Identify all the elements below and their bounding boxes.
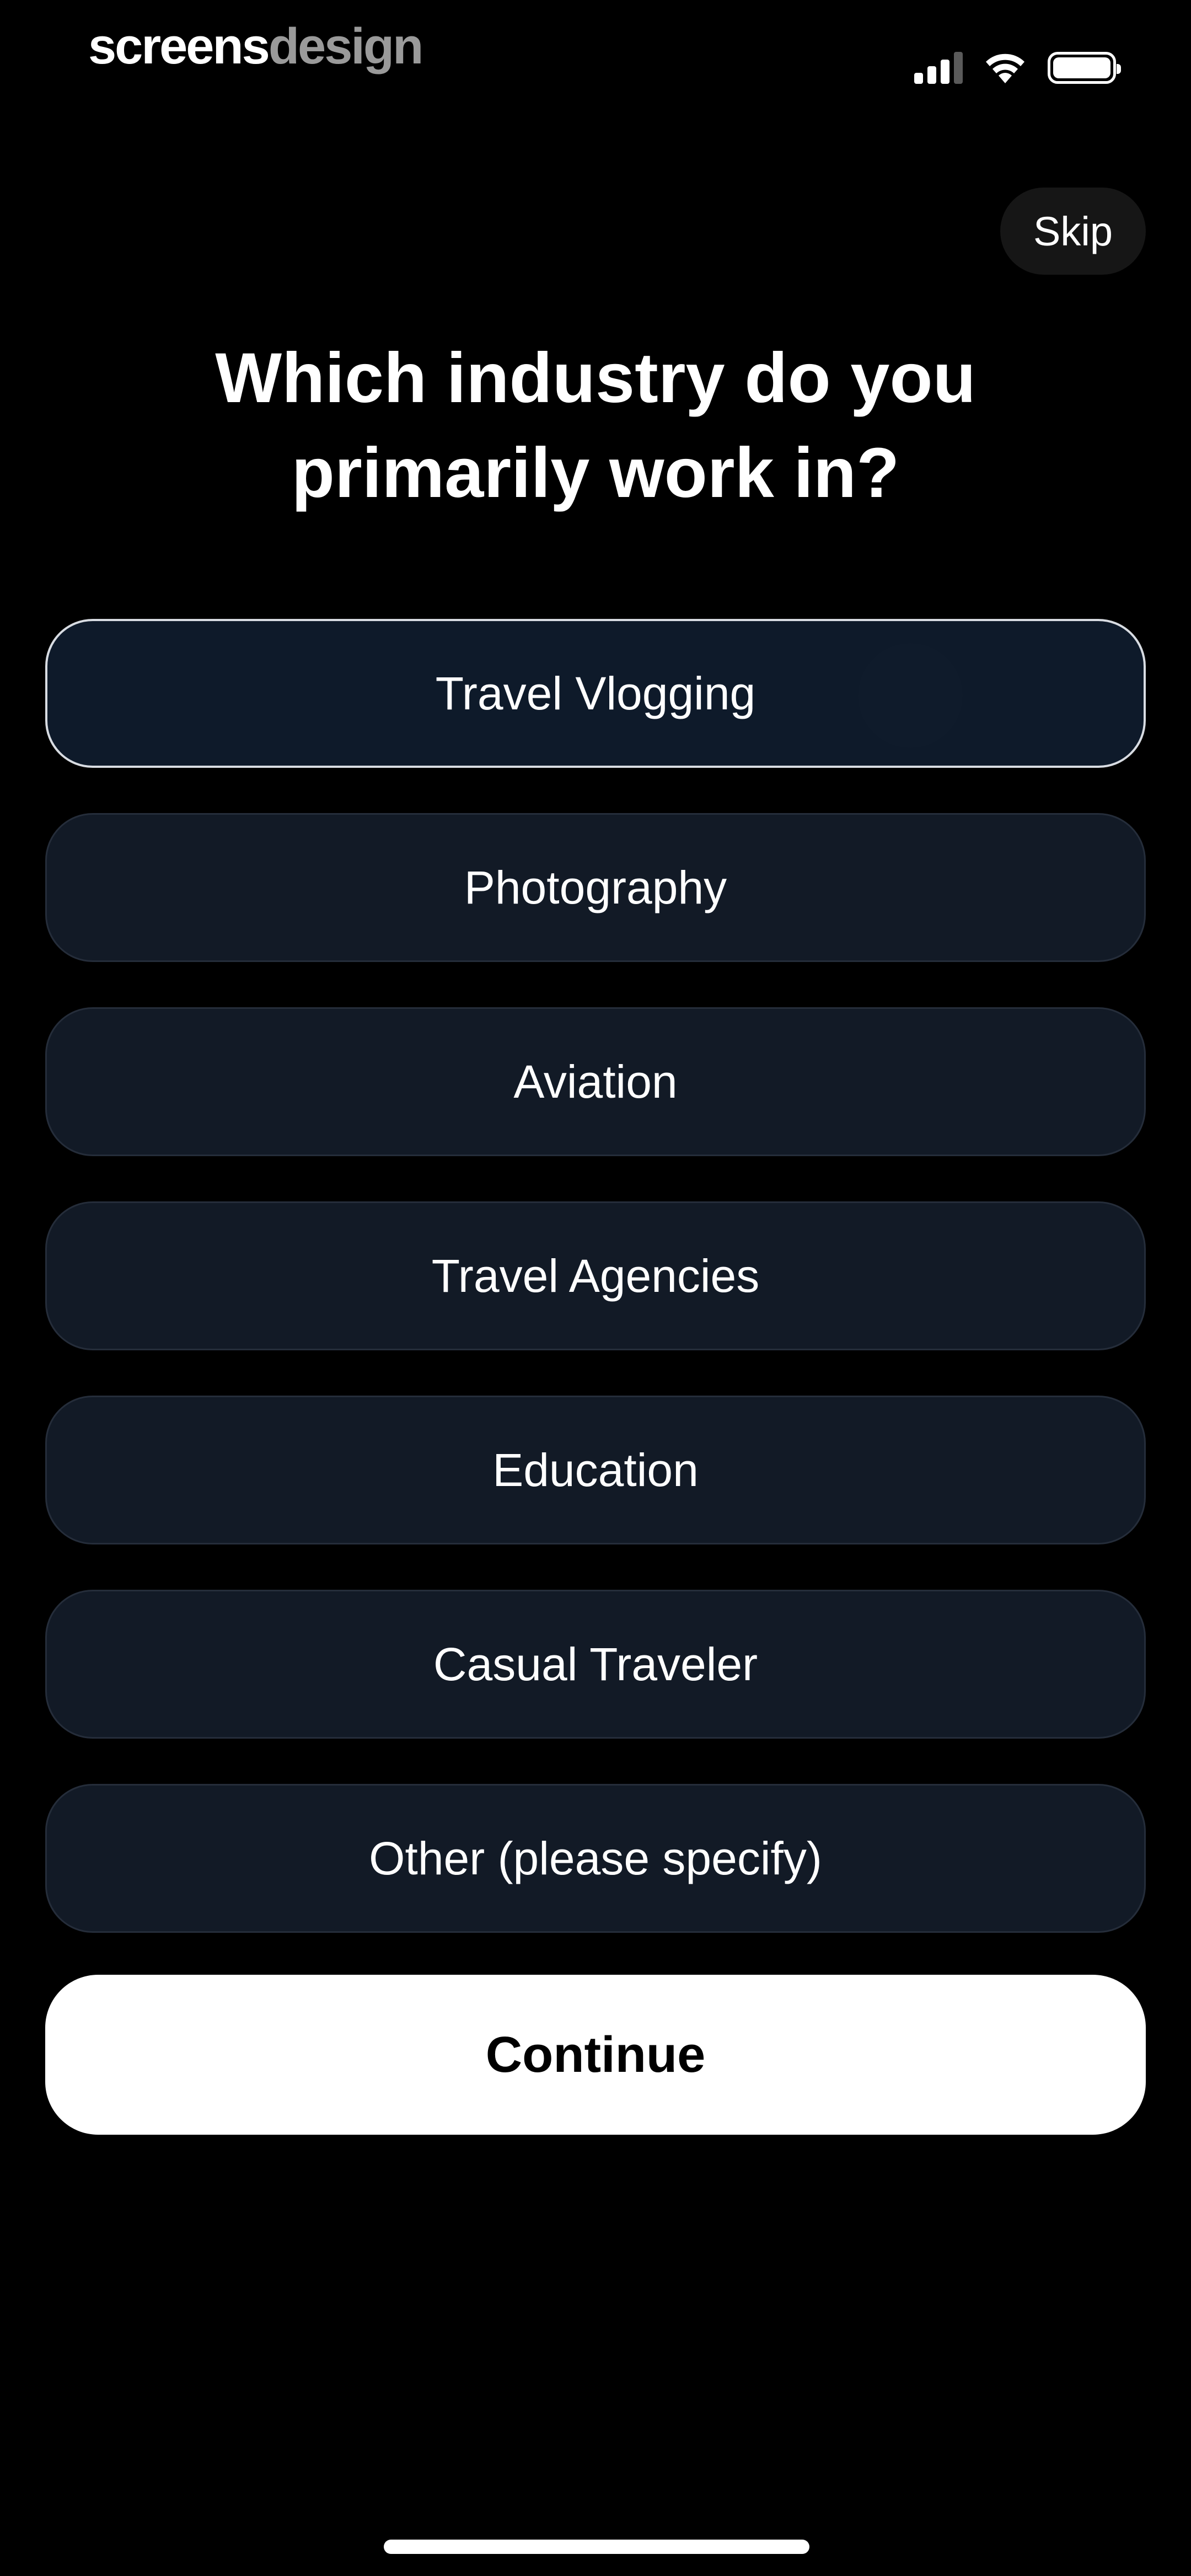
battery-level — [1053, 57, 1110, 78]
option-aviation[interactable]: Aviation — [45, 1007, 1146, 1156]
question-title: Which industry do you primarily work in? — [215, 339, 976, 512]
brand-logo-part2: design — [268, 18, 423, 74]
option-other[interactable]: Other (please specify) — [45, 1784, 1146, 1933]
signal-bar — [927, 66, 936, 84]
signal-bar — [954, 52, 963, 84]
cellular-signal-icon — [914, 52, 963, 84]
brand-logo-part1: screens — [88, 18, 270, 74]
status-bar-icons — [914, 49, 1121, 87]
skip-button[interactable]: Skip — [1000, 188, 1146, 275]
industry-options-list: Travel Vlogging Photography Aviation Tra… — [45, 619, 1146, 1978]
signal-bar — [941, 60, 949, 84]
option-casual-traveler[interactable]: Casual Traveler — [45, 1590, 1146, 1739]
battery-cap — [1117, 64, 1121, 74]
option-photography[interactable]: Photography — [45, 813, 1146, 962]
option-label: Aviation — [513, 1055, 678, 1108]
home-indicator[interactable] — [384, 2540, 809, 2554]
battery-icon — [1048, 52, 1121, 84]
brand-logo: screensdesign — [88, 18, 423, 74]
option-travel-agencies[interactable]: Travel Agencies — [45, 1201, 1146, 1350]
option-label: Education — [492, 1444, 699, 1496]
wifi-icon — [986, 54, 1024, 83]
option-label: Photography — [464, 861, 727, 913]
signal-bar — [914, 73, 923, 84]
continue-button[interactable]: Continue — [45, 1975, 1146, 2135]
option-label: Travel Agencies — [431, 1249, 760, 1302]
option-education[interactable]: Education — [45, 1396, 1146, 1544]
option-travel-vlogging[interactable]: Travel Vlogging — [45, 619, 1146, 768]
option-label: Other (please specify) — [369, 1832, 822, 1884]
option-label: Travel Vlogging — [435, 667, 756, 719]
onboarding-screen: screensdesign Skip Which industry do you… — [0, 0, 1191, 2576]
tap-ripple — [858, 643, 963, 748]
option-label: Casual Traveler — [433, 1638, 758, 1690]
